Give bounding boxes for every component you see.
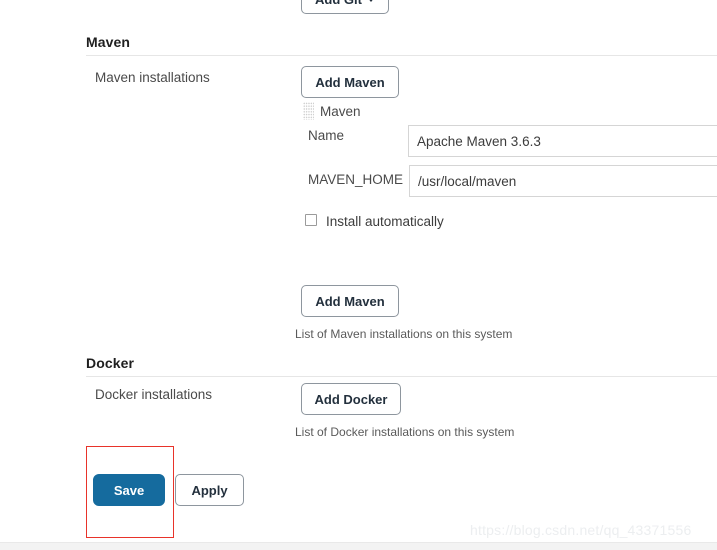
add-maven-button-bottom[interactable]: Add Maven — [301, 285, 399, 317]
maven-section-divider — [86, 55, 717, 56]
add-maven-button-top-label: Add Maven — [315, 76, 384, 89]
maven-section-heading: Maven — [86, 34, 130, 50]
add-git-button-label: Add Git — [315, 0, 362, 6]
add-git-button[interactable]: Add Git — [301, 0, 389, 14]
maven-installations-label: Maven installations — [95, 70, 210, 85]
install-automatically-checkbox[interactable] — [305, 214, 317, 226]
docker-section-divider — [86, 376, 717, 377]
maven-home-label: MAVEN_HOME — [308, 172, 403, 187]
maven-entry-title: Maven — [320, 104, 361, 119]
docker-section-heading: Docker — [86, 355, 134, 371]
save-button-label: Save — [114, 484, 144, 497]
maven-name-label: Name — [308, 128, 344, 143]
docker-help-text: List of Docker installations on this sys… — [295, 425, 514, 439]
docker-installations-label: Docker installations — [95, 387, 212, 402]
apply-button-label: Apply — [191, 484, 227, 497]
maven-help-text: List of Maven installations on this syst… — [295, 327, 512, 341]
apply-button[interactable]: Apply — [175, 474, 244, 506]
add-maven-button-top[interactable]: Add Maven — [301, 66, 399, 98]
drag-handle-icon[interactable] — [303, 102, 314, 120]
jenkins-global-tool-configuration-page: Add Git Maven Maven installations Add Ma… — [0, 0, 717, 550]
add-docker-button-label: Add Docker — [315, 393, 388, 406]
chevron-down-icon — [367, 0, 375, 2]
save-button[interactable]: Save — [93, 474, 165, 506]
add-docker-button[interactable]: Add Docker — [301, 383, 401, 415]
maven-name-input[interactable] — [408, 125, 717, 157]
footer-bar — [0, 542, 717, 550]
add-maven-button-bottom-label: Add Maven — [315, 295, 384, 308]
maven-home-input[interactable] — [409, 165, 717, 197]
watermark-text: https://blog.csdn.net/qq_43371556 — [470, 522, 691, 538]
install-automatically-label: Install automatically — [326, 214, 444, 229]
